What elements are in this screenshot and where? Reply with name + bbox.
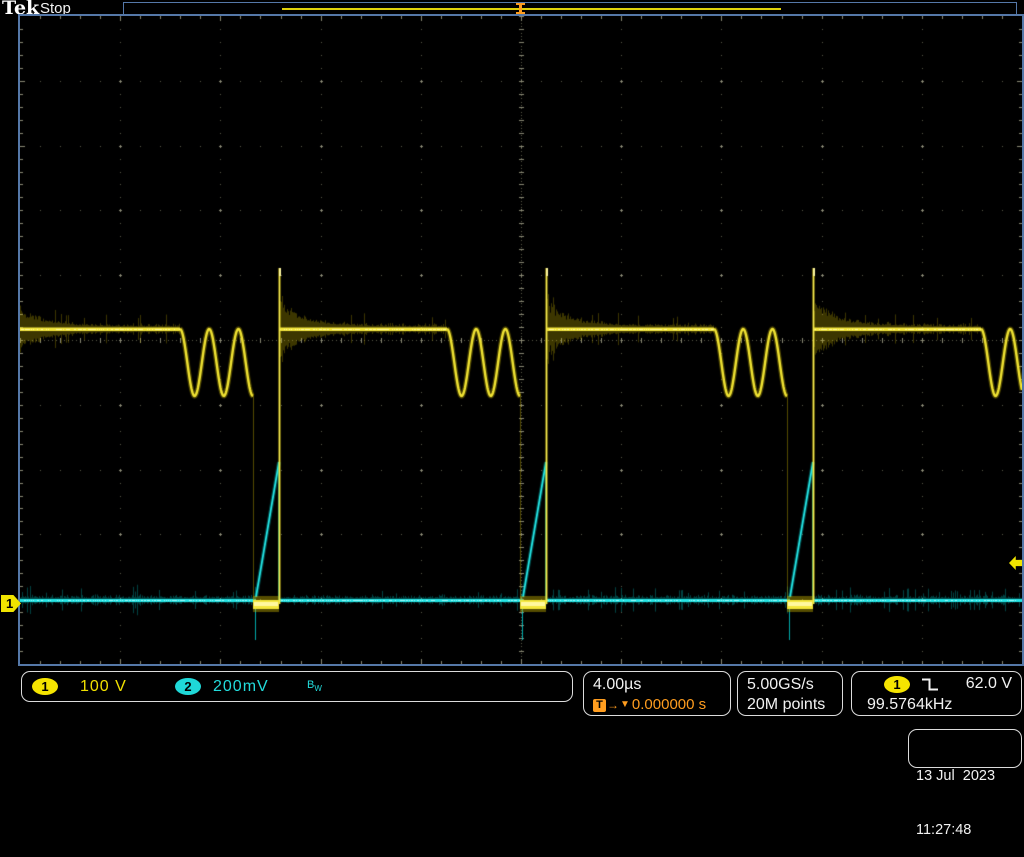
delay-marker-icon: ▼ [620, 695, 630, 715]
record-view-waveform [282, 8, 781, 10]
trigger-frequency: 99.5764kHz [867, 694, 1021, 715]
horizontal-readout-box[interactable]: 4.00µs T → ▼ 0.000000 s [583, 671, 731, 716]
channel-readout-box[interactable]: 1 100 V 2 200mV BW [21, 671, 573, 702]
record-view-trigger-icon [514, 3, 527, 14]
trigger-source-badge[interactable]: 1 [884, 676, 910, 693]
sample-rate: 5.00GS/s [747, 675, 842, 695]
horizontal-position: 0.000000 s [632, 695, 706, 715]
trigger-level: 62.0 V [966, 675, 1012, 693]
channel1-scale: 100 V [80, 678, 175, 696]
time: 11:27:48 [916, 821, 1021, 839]
record-length: 20M points [747, 695, 842, 715]
waveform-display [20, 16, 1022, 664]
falling-edge-icon [920, 677, 940, 692]
channel2-scale: 200mV [213, 678, 283, 696]
channel2-badge[interactable]: 2 [175, 678, 201, 695]
date: 13 Jul 2023 [916, 767, 1021, 785]
acquisition-readout-box[interactable]: 5.00GS/s 20M points [737, 671, 843, 716]
datetime-box[interactable]: 13 Jul 2023 11:27:48 [908, 729, 1022, 768]
horizontal-scale: 4.00µs [593, 675, 730, 695]
arrow-right-icon: → [607, 695, 619, 715]
trigger-readout-box[interactable]: 1 62.0 V 99.5764kHz [851, 671, 1022, 716]
oscilloscope-screen: { "header": { "logo": "Tek", "status": "… [0, 0, 1024, 768]
trigger-t-icon: T [593, 699, 606, 712]
bandwidth-limit-icon: BW [307, 679, 322, 693]
channel1-badge[interactable]: 1 [32, 678, 58, 695]
